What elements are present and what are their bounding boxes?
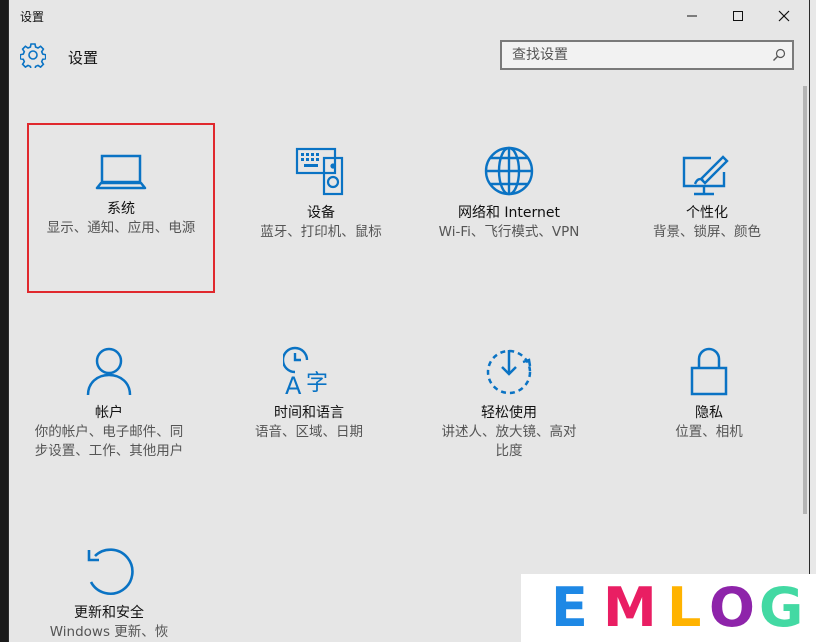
personalize-icon <box>682 155 729 196</box>
tile-description: 语音、区域、日期 <box>255 424 363 440</box>
tile-title: 更新和安全 <box>74 605 144 621</box>
watermark-letter: O <box>709 576 755 639</box>
minimize-icon <box>687 15 697 17</box>
gear-icon <box>20 43 46 68</box>
time-language-icon: A 字 <box>283 346 328 396</box>
update-icon <box>87 548 134 595</box>
watermark-letter: G <box>759 576 804 639</box>
globe-icon <box>484 146 534 196</box>
tile-ease-of-access[interactable]: 轻松使用 讲述人、放大镜、高对比度 <box>409 346 609 461</box>
close-button[interactable] <box>761 0 807 32</box>
tile-network[interactable]: 网络和 Internet Wi-Fi、飞行模式、VPN <box>409 146 609 242</box>
search-input[interactable] <box>512 47 762 63</box>
settings-window: 设置 设置 查找设置 系统 显示、通知、应用、电源 设备 蓝牙、打印机、鼠标 网… <box>8 0 810 642</box>
title-bar[interactable]: 设置 <box>9 0 809 32</box>
tile-time-language[interactable]: A 字 时间和语言 语音、区域、日期 <box>209 346 409 442</box>
watermark-letter: M <box>603 576 657 639</box>
tile-description: 位置、相机 <box>675 424 743 440</box>
tile-devices[interactable]: 设备 蓝牙、打印机、鼠标 <box>221 146 421 242</box>
devices-icon <box>295 147 344 196</box>
tile-description: 蓝牙、打印机、鼠标 <box>260 224 382 240</box>
tile-title: 轻松使用 <box>481 405 537 421</box>
tile-description: 背景、锁屏、颜色 <box>653 224 761 240</box>
person-icon <box>86 347 132 396</box>
tile-privacy[interactable]: 隐私 位置、相机 <box>609 346 809 442</box>
tile-title: 个性化 <box>686 205 728 221</box>
window-title: 设置 <box>20 10 45 24</box>
maximize-button[interactable] <box>715 0 761 32</box>
tile-title: 隐私 <box>695 405 723 421</box>
tile-description: 你的帐户、电子邮件、同步设置、工作、其他用户 <box>34 424 184 459</box>
svg-text:A: A <box>285 372 302 396</box>
tile-title: 设备 <box>307 205 335 221</box>
tile-description: 讲述人、放大镜、高对比度 <box>441 424 577 459</box>
tile-title: 网络和 Internet <box>457 205 561 221</box>
maximize-icon <box>733 11 743 21</box>
lock-icon <box>690 347 728 396</box>
tile-title: 时间和语言 <box>274 405 344 421</box>
page-title: 设置 <box>68 49 99 67</box>
minimize-button[interactable] <box>669 0 715 32</box>
close-icon <box>778 10 790 22</box>
tile-accounts[interactable]: 帐户 你的帐户、电子邮件、同步设置、工作、其他用户 <box>9 346 209 461</box>
search-icon[interactable] <box>772 48 786 62</box>
emlog-watermark: E M L O G <box>521 574 816 642</box>
ease-of-access-icon <box>486 349 532 395</box>
tile-update-security[interactable]: 更新和安全 Windows 更新、恢 <box>9 546 209 642</box>
svg-text:字: 字 <box>306 371 328 396</box>
highlight-box <box>27 123 215 293</box>
tile-title: 帐户 <box>95 405 123 421</box>
tile-personalization[interactable]: 个性化 背景、锁屏、颜色 <box>607 150 807 242</box>
watermark-letter: L <box>667 576 702 639</box>
settings-header: 设置 <box>9 38 809 78</box>
search-box[interactable] <box>500 40 794 70</box>
watermark-letter: E <box>551 576 588 639</box>
tile-description: Wi-Fi、飞行模式、VPN <box>438 224 580 240</box>
tile-description: Windows 更新、恢 <box>49 624 169 640</box>
